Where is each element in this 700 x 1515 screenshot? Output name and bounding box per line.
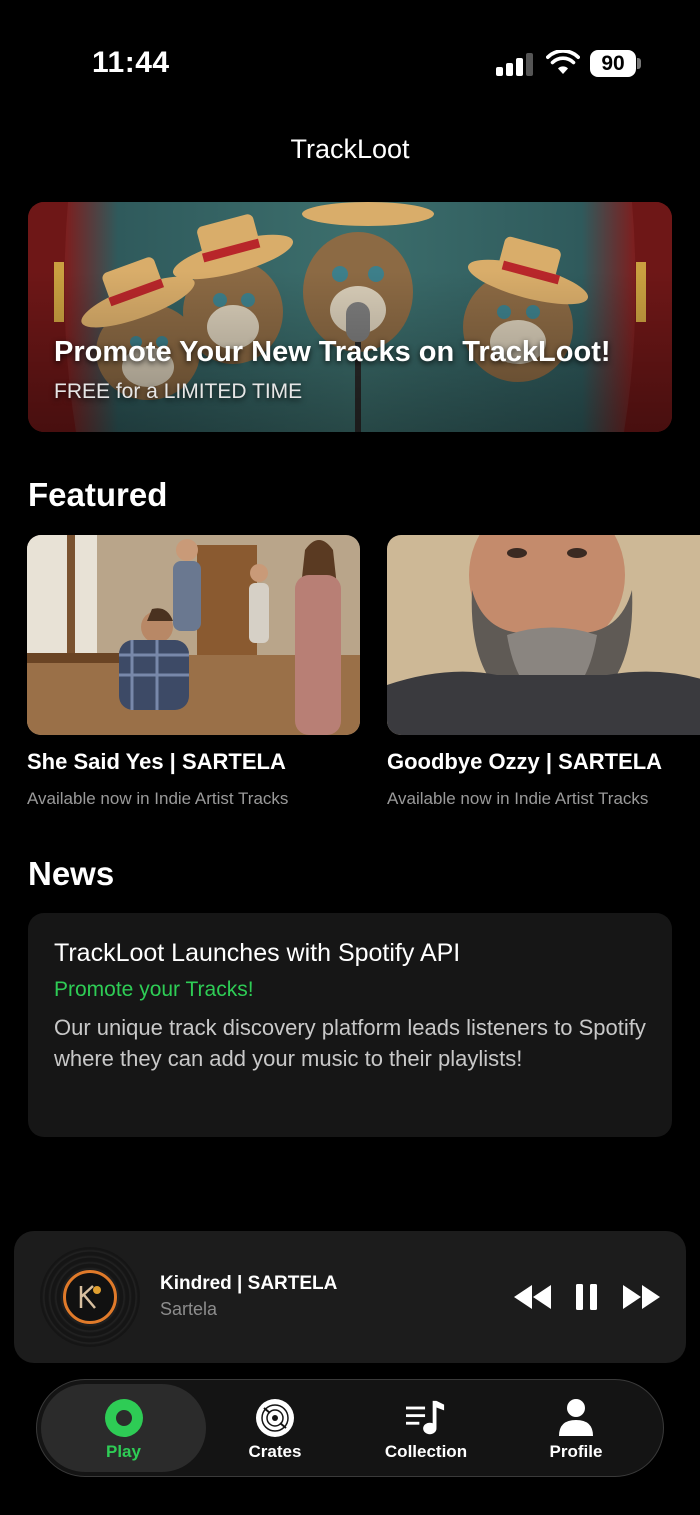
featured-subtitle: Available now in Indie Artist Tracks — [387, 789, 649, 808]
featured-card[interactable]: She Said Yes | SARTELA Available now in … — [27, 535, 360, 809]
news-card[interactable]: TrackLoot Launches with Spotify API Prom… — [28, 913, 672, 1137]
tab-label: Crates — [248, 1442, 302, 1461]
now-playing-bar[interactable]: Kindred | SARTELA Sartela — [14, 1231, 686, 1363]
featured-heading: Featured — [28, 476, 168, 513]
promo-banner[interactable]: Promote Your New Tracks on TrackLoot! FR… — [28, 202, 672, 432]
featured-title: She Said Yes | SARTELA — [27, 749, 286, 774]
tab-crates[interactable]: Crates — [200, 1384, 350, 1472]
person-icon — [556, 1398, 596, 1438]
tab-label: Profile — [549, 1442, 603, 1461]
news-body: Our unique track discovery platform lead… — [54, 1015, 646, 1071]
bottom-tab-bar: Play Crates Collection Profile — [36, 1379, 664, 1477]
news-title: TrackLoot Launches with Spotify API — [54, 939, 461, 967]
app-title: TrackLoot — [290, 134, 410, 164]
disc-icon — [255, 1398, 295, 1438]
player-track-title: Kindred | SARTELA — [160, 1273, 338, 1294]
player-artist: Sartela — [160, 1299, 218, 1319]
pause-icon[interactable] — [574, 1281, 600, 1313]
status-bar: 11:44 90 — [0, 0, 700, 120]
banner-subtitle: FREE for a LIMITED TIME — [54, 380, 303, 403]
featured-card[interactable]: Goodbye Ozzy | SARTELA Available now in … — [387, 535, 700, 809]
battery-indicator: 90 — [590, 50, 636, 77]
featured-subtitle: Available now in Indie Artist Tracks — [27, 789, 289, 808]
news-heading: News — [28, 855, 115, 892]
tab-play[interactable]: Play — [41, 1384, 206, 1472]
tab-profile[interactable]: Profile — [501, 1384, 651, 1472]
banner-title: Promote Your New Tracks on TrackLoot! — [54, 336, 611, 368]
fast-forward-icon[interactable] — [622, 1281, 660, 1313]
tab-collection[interactable]: Collection — [351, 1384, 501, 1472]
featured-title: Goodbye Ozzy | SARTELA — [387, 749, 663, 774]
rewind-icon[interactable] — [514, 1281, 552, 1313]
featured-carousel[interactable]: She Said Yes | SARTELA Available now in … — [0, 535, 700, 825]
news-tag[interactable]: Promote your Tracks! — [54, 978, 646, 1002]
tab-label: Collection — [384, 1442, 468, 1461]
album-vinyl-art — [40, 1247, 140, 1347]
tab-label: Play — [106, 1442, 141, 1461]
vinyl-label-icon — [63, 1270, 117, 1324]
wifi-icon — [546, 50, 580, 74]
cellular-signal-icon — [496, 52, 534, 76]
battery-nub — [637, 58, 641, 69]
featured-thumbnail — [387, 535, 700, 735]
music-list-icon — [406, 1398, 446, 1438]
featured-thumbnail — [27, 535, 360, 735]
status-time: 11:44 — [92, 46, 170, 79]
play-circle-icon — [104, 1398, 144, 1438]
